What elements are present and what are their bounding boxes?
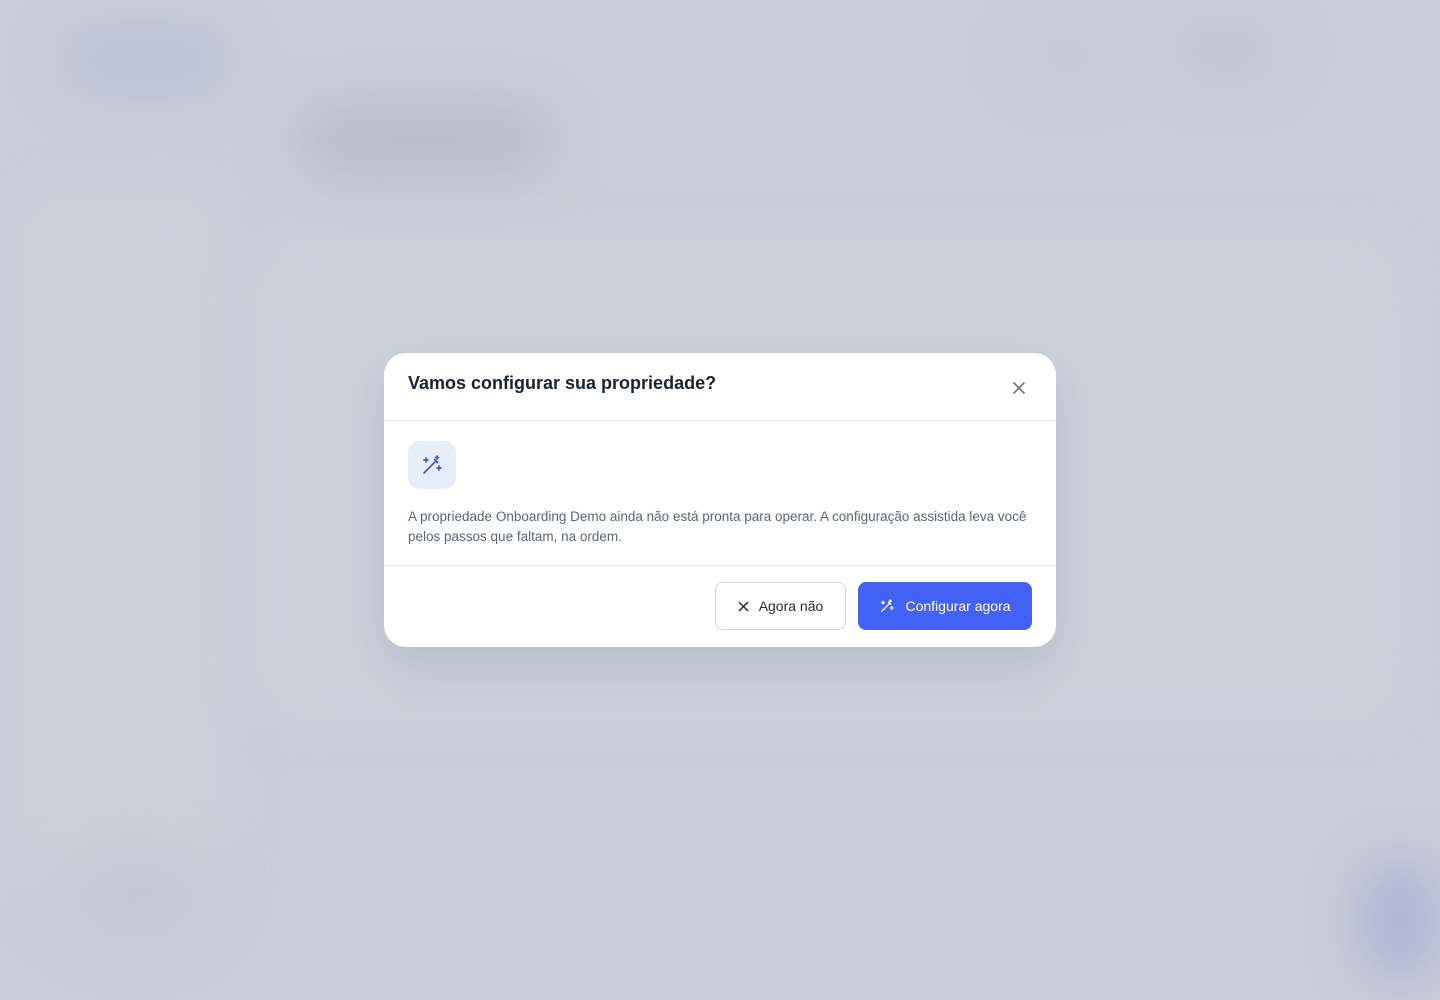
not-now-button[interactable]: Agora não [715, 582, 846, 630]
blurred-header-item [1170, 20, 1280, 80]
configure-now-button[interactable]: Configurar agora [858, 582, 1032, 630]
blurred-logo [60, 30, 230, 90]
dialog-header: Vamos configurar sua propriedade? [384, 353, 1056, 421]
close-icon [738, 601, 749, 611]
blurred-sidebar [20, 200, 220, 900]
blurred-sidebar-footer [60, 850, 210, 940]
blurred-floating-button [1360, 860, 1440, 980]
configure-now-label: Configurar agora [905, 598, 1011, 614]
dialog-title: Vamos configurar sua propriedade? [408, 373, 717, 393]
blurred-header-item [1020, 30, 1110, 80]
magic-wand-icon [423, 455, 442, 474]
close-button[interactable] [1008, 377, 1030, 399]
blurred-page-title [300, 110, 550, 170]
dialog-footer: Agora não Configurar agora [384, 566, 1056, 646]
magic-wand-icon [881, 599, 895, 612]
dialog-body: A propriedade Onboarding Demo ainda não … [384, 421, 1056, 566]
not-now-label: Agora não [758, 598, 824, 614]
setup-dialog: Vamos configurar sua propriedade? A prop… [384, 353, 1056, 647]
dialog-description: A propriedade Onboarding Demo ainda não … [408, 509, 1027, 544]
close-icon [1013, 382, 1025, 394]
wand-icon-tile [408, 441, 456, 489]
